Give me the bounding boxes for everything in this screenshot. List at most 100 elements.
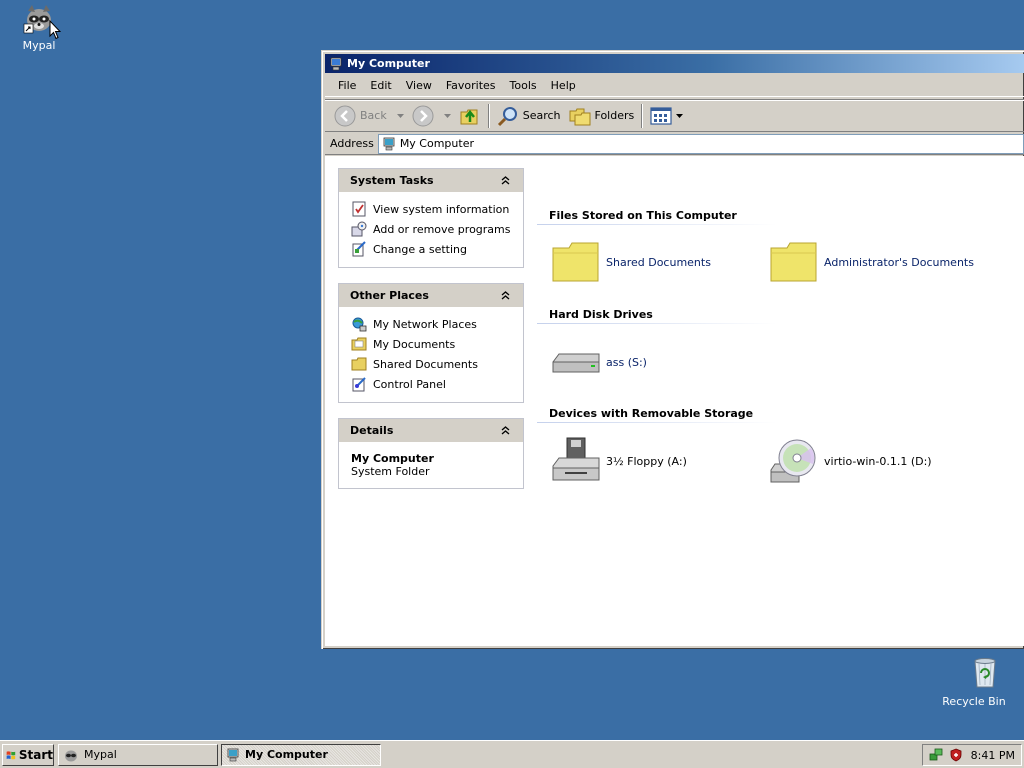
back-label: Back [360,109,387,122]
folder-icon [552,242,599,282]
menu-tools[interactable]: Tools [503,77,544,94]
details-title: Details [350,424,394,437]
mypal-raccoon-icon [65,750,77,761]
system-tray: 8:41 PM [922,744,1022,766]
my-computer-icon [383,137,395,150]
desktop-icon-recycle-bin[interactable]: Recycle Bin [936,656,1012,708]
chevron-down-icon [443,113,451,118]
control-setting-icon [352,241,366,257]
windows-logo-icon [6,750,16,759]
forward-arrow-icon [412,105,434,126]
collapse-icon[interactable] [497,423,513,439]
folders-label: Folders [594,109,635,122]
details-type: System Folder [351,465,430,478]
menu-view[interactable]: View [399,77,439,94]
hard-drive-icon [552,353,600,373]
place-control-panel[interactable]: Control Panel [351,374,513,394]
menu-favorites[interactable]: Favorites [439,77,503,94]
address-value: My Computer [399,137,474,150]
taskbar: Start Mypal My Computer 8:41 PM [0,740,1024,768]
my-computer-window: My Computer File Edit View Favorites Too… [321,50,1024,649]
address-field[interactable]: My Computer [377,133,1024,154]
item-administrators-documents[interactable]: Administrator's Documents [769,240,974,284]
chevron-down-icon [396,113,404,118]
system-tasks-title: System Tasks [350,174,434,187]
menu-file[interactable]: File [331,77,363,94]
window-titlebar[interactable]: My Computer [325,54,1024,73]
system-info-icon [352,201,366,217]
network-places-icon [352,317,367,332]
add-remove-programs-icon [351,221,367,237]
item-shared-documents[interactable]: Shared Documents [551,240,711,284]
taskbar-button-my-computer[interactable]: My Computer [221,743,381,766]
toolbar-separator [641,103,644,128]
collapse-icon[interactable] [497,288,513,304]
group-title-hard-disks: Hard Disk Drives [549,308,653,321]
recycle-bin-icon [974,658,996,688]
system-tasks-pane: System Tasks View system information Add… [338,168,524,268]
start-button[interactable]: Start [2,743,54,766]
search-icon [497,106,517,126]
search-label: Search [522,109,561,122]
chevron-down-icon [676,113,684,118]
folders-button[interactable]: Folders [565,103,639,129]
menu-help[interactable]: Help [544,77,583,94]
folder-icon [351,357,367,371]
folder-icon [770,242,817,282]
item-floppy-a[interactable]: 3½ Floppy (A:) [551,436,687,486]
my-documents-icon [351,337,367,351]
desktop-icon-label: Mypal [22,39,56,52]
views-icon [650,106,672,125]
place-shared-documents[interactable]: Shared Documents [351,354,513,374]
desktop-icon-mypal[interactable]: Mypal [1,2,77,52]
item-drive-s[interactable]: ass (S:) [551,342,647,382]
search-button[interactable]: Search [493,103,565,129]
folders-icon [569,108,591,125]
views-button[interactable] [646,103,687,129]
standard-toolbar: Back Search Folders [325,99,1024,132]
back-arrow-icon [334,105,356,126]
collapse-icon[interactable] [497,173,513,189]
group-title-removable: Devices with Removable Storage [549,407,754,420]
cd-drive-icon [770,439,816,483]
address-label: Address [330,137,374,150]
group-divider [537,323,777,324]
forward-button[interactable] [408,103,455,129]
content-area: System Tasks View system information Add… [325,156,1024,646]
other-places-title: Other Places [350,289,429,302]
up-folder-icon [460,109,478,124]
system-tasks-header[interactable]: System Tasks [339,169,523,192]
back-button[interactable]: Back [330,103,408,129]
place-my-network-places[interactable]: My Network Places [351,314,513,334]
details-pane: Details My Computer System Folder [338,418,524,489]
details-header[interactable]: Details [339,419,523,442]
task-change-a-setting[interactable]: Change a setting [351,239,513,259]
my-computer-icon [227,748,239,761]
my-computer-icon [330,57,342,70]
group-divider [537,422,777,423]
details-name: My Computer [351,452,434,465]
item-cd-drive-d[interactable]: virtio-win-0.1.1 (D:) [769,436,932,486]
floppy-drive-icon [552,437,600,481]
other-places-pane: Other Places My Network Places My Docume… [338,283,524,403]
control-panel-icon [352,377,366,392]
window-title: My Computer [347,57,430,70]
task-view-system-information[interactable]: View system information [351,199,513,219]
menu-edit[interactable]: Edit [363,77,398,94]
security-shield-icon[interactable] [949,748,963,762]
start-label: Start [18,747,53,762]
address-bar: Address My Computer [325,133,1024,155]
network-tray-icon[interactable] [929,748,943,762]
clock[interactable]: 8:41 PM [971,749,1015,762]
mouse-pointer-icon [49,20,61,40]
menu-bar: File Edit View Favorites Tools Help [325,75,1024,97]
taskbar-button-mypal[interactable]: Mypal [58,743,218,766]
place-my-documents[interactable]: My Documents [351,334,513,354]
up-folder-button[interactable] [455,103,485,129]
group-divider [537,224,777,225]
desktop-icon-label: Recycle Bin [942,695,1006,708]
task-add-remove-programs[interactable]: Add or remove programs [351,219,513,239]
toolbar-separator [487,103,490,128]
other-places-header[interactable]: Other Places [339,284,523,307]
group-title-files: Files Stored on This Computer [549,209,737,222]
